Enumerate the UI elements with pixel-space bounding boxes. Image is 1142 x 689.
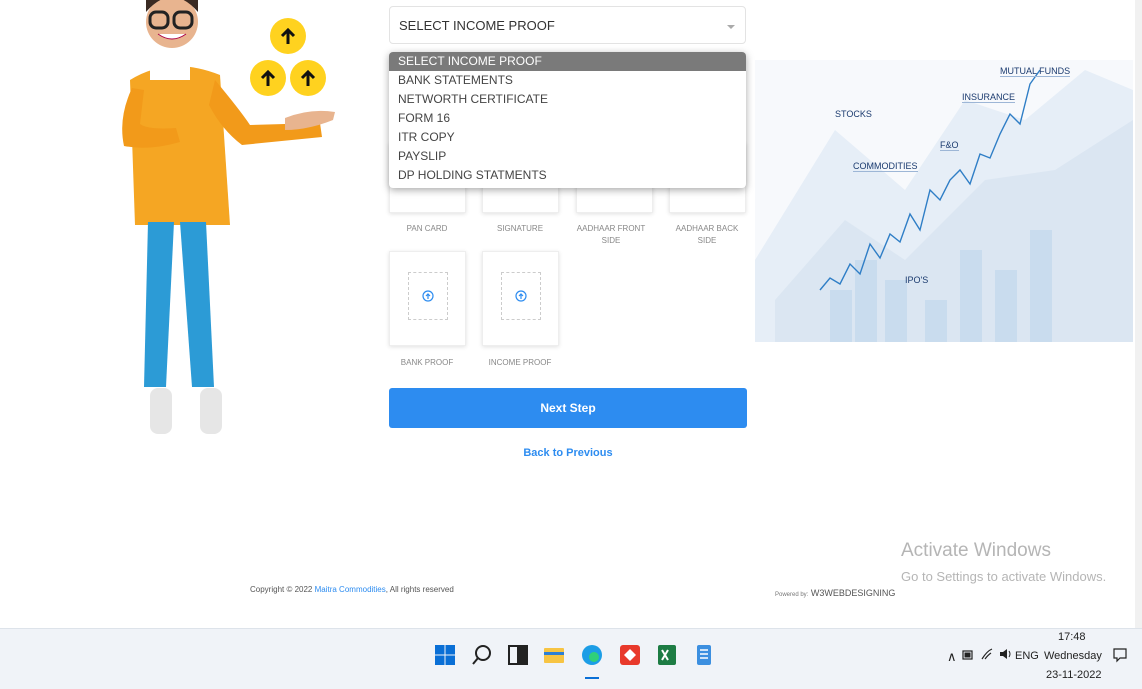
caret-down-icon — [727, 25, 735, 29]
activate-windows-title: Activate Windows — [901, 540, 1051, 561]
bank-proof-dropzone[interactable] — [408, 272, 448, 320]
notification-icon[interactable] — [1112, 647, 1128, 663]
volume-icon[interactable] — [998, 647, 1014, 661]
active-app-indicator — [585, 677, 599, 679]
excel-icon[interactable] — [655, 643, 679, 667]
next-step-button[interactable]: Next Step — [389, 388, 747, 428]
file-explorer-icon[interactable] — [542, 643, 566, 667]
income-proof-select[interactable]: SELECT INCOME PROOF — [389, 6, 746, 44]
activate-windows-subtitle: Go to Settings to activate Windows. — [901, 569, 1107, 584]
option-networth-certificate[interactable]: NETWORTH CERTIFICATE — [389, 90, 746, 109]
market-chart-graphic — [755, 69, 1133, 342]
income-proof-upload[interactable] — [482, 251, 559, 346]
income-proof-label: INCOME PROOF — [488, 358, 552, 367]
upload-icon — [515, 290, 527, 302]
aadhaar-front-label: AADHAAR FRONT SIDE — [576, 224, 646, 245]
signature-label: SIGNATURE — [496, 224, 544, 233]
option-itr-copy[interactable]: ITR COPY — [389, 128, 746, 147]
label-insurance: INSURANCE — [962, 92, 1016, 103]
label-commodities: COMMODITIES — [853, 161, 918, 172]
income-proof-dropzone[interactable] — [501, 272, 541, 320]
option-select-income-proof[interactable]: SELECT INCOME PROOF — [389, 52, 746, 71]
copyright-text: Copyright © 2022 Maitra Commodities, All… — [250, 585, 454, 594]
company-link[interactable]: Maitra Commodities — [315, 585, 386, 594]
powered-by-name[interactable]: W3WEBDESIGNING — [811, 588, 896, 598]
windows-start-icon[interactable] — [433, 643, 457, 667]
powered-by-prefix: Powered by: — [775, 592, 809, 598]
clock-day[interactable]: Wednesday — [1044, 650, 1102, 662]
bank-proof-label: BANK PROOF — [400, 358, 454, 367]
market-illustration: MUTUAL FUNDS INSURANCE STOCKS F&O COMMOD… — [755, 60, 1133, 342]
battery-icon[interactable] — [962, 649, 974, 661]
pan-card-label: PAN CARD — [406, 224, 448, 233]
copyright-prefix: Copyright © 2022 — [250, 585, 313, 594]
search-icon[interactable] — [470, 643, 494, 667]
powered-by: Powered by: W3WEBDESIGNING — [775, 588, 895, 598]
label-fno: F&O — [940, 140, 959, 151]
show-hidden-icons[interactable]: ∧ — [947, 649, 957, 665]
option-form-16[interactable]: FORM 16 — [389, 109, 746, 128]
bank-proof-upload[interactable] — [389, 251, 466, 346]
task-view-icon[interactable] — [506, 643, 530, 667]
clock-time[interactable]: 17:48 — [1058, 631, 1086, 643]
income-proof-dropdown[interactable]: SELECT INCOME PROOF BANK STATEMENTS NETW… — [389, 52, 746, 188]
back-to-previous-link[interactable]: Back to Previous — [389, 447, 747, 459]
notepad-icon[interactable] — [692, 643, 716, 667]
label-stocks: STOCKS — [835, 109, 872, 119]
option-bank-statements[interactable]: BANK STATEMENTS — [389, 71, 746, 90]
edge-icon[interactable] — [580, 643, 604, 667]
language-indicator[interactable]: ENG — [1015, 650, 1039, 662]
aadhaar-back-label: AADHAAR BACK SIDE — [675, 224, 739, 245]
upload-clouds-illustration — [250, 18, 326, 96]
option-payslip[interactable]: PAYSLIP — [389, 147, 746, 166]
clock-date[interactable]: 23-11-2022 — [1046, 669, 1101, 681]
copyright-suffix: , All rights reserved — [385, 585, 454, 594]
page-scrollbar[interactable] — [1135, 0, 1142, 628]
label-ipos: IPO'S — [905, 275, 929, 285]
windows-taskbar: ∧ ENG 17:48 Wednesday 23-11-2022 — [0, 628, 1142, 689]
anydesk-icon[interactable] — [618, 643, 642, 667]
upload-icon — [422, 290, 434, 302]
label-mutual-funds: MUTUAL FUNDS — [1000, 66, 1071, 77]
wifi-icon[interactable] — [980, 647, 994, 661]
select-value: SELECT INCOME PROOF — [399, 18, 555, 33]
option-dp-holding-statments[interactable]: DP HOLDING STATMENTS — [389, 166, 746, 185]
